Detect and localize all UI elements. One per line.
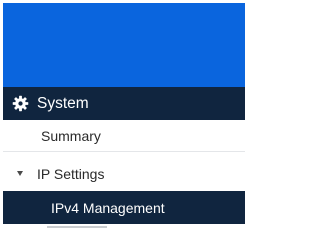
header-banner (3, 3, 245, 87)
sidebar-section-label: System (37, 94, 89, 112)
sidebar-item-partial (3, 224, 245, 229)
app-frame: System Summary IP Settings IPv4 Manageme… (3, 3, 245, 229)
sidebar-item-label: Summary (41, 127, 101, 144)
gear-icon (12, 95, 29, 112)
sidebar-item-label: IPv4 Management (51, 199, 165, 216)
expand-triangle-icon[interactable] (17, 171, 23, 176)
divider (3, 151, 245, 152)
sidebar-section-system[interactable]: System (3, 87, 245, 120)
sidebar-item-label: IP Settings (37, 165, 105, 182)
sidebar-item-ipv4-management[interactable]: IPv4 Management (3, 191, 245, 224)
sidebar-item-summary[interactable]: Summary (3, 120, 245, 152)
sidebar-item-ip-settings[interactable]: IP Settings (3, 157, 245, 190)
